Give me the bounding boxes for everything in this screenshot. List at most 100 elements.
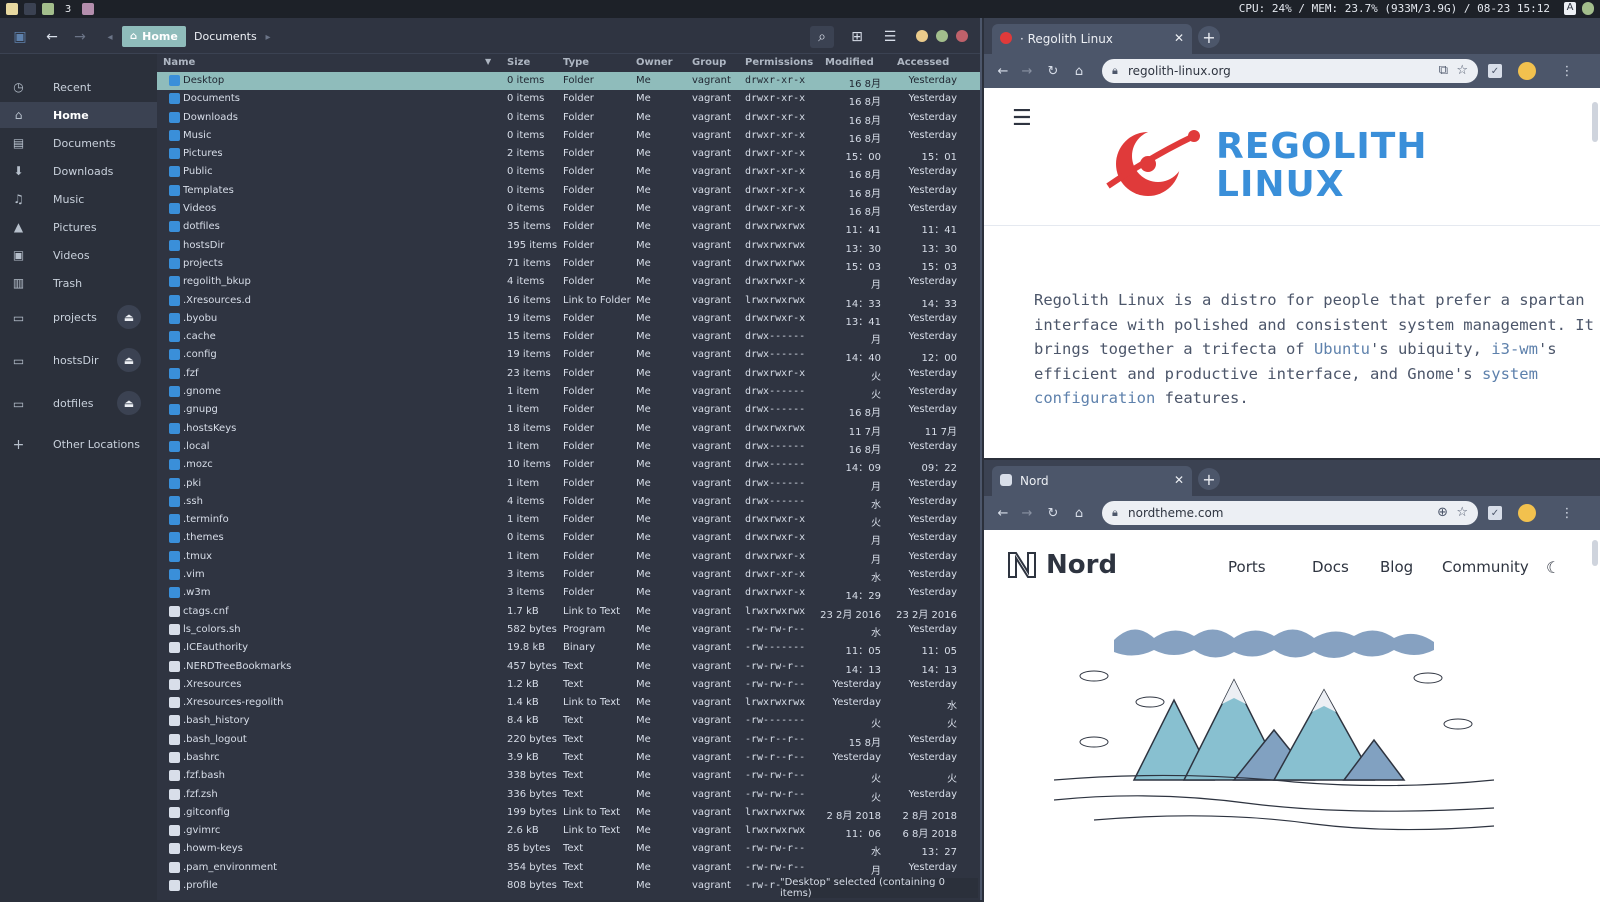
- camera-icon[interactable]: ▣: [0, 242, 37, 268]
- close-tab-icon[interactable]: ✕: [1174, 473, 1184, 487]
- table-row[interactable]: .mozc 10 items Folder Me vagrant drwx------ 14…: [157, 456, 980, 474]
- nav-blog[interactable]: Blog: [1380, 558, 1413, 576]
- back-icon[interactable]: ←: [994, 504, 1012, 522]
- table-row[interactable]: .fzf.zsh 336 bytes Text Me vagrant -rw-rw-r--…: [157, 786, 980, 804]
- back-icon[interactable]: ←: [994, 62, 1012, 80]
- sort-descending-icon[interactable]: ▼: [485, 57, 491, 66]
- table-row[interactable]: .gnupg 1 item Folder Me vagrant drwx------ 16 …: [157, 401, 980, 419]
- table-row[interactable]: ctags.cnf 1.7 kB Link to Text Me vagrant lrwx…: [157, 603, 980, 621]
- table-row[interactable]: Videos 0 items Folder Me vagrant drwxr-xr-x 16…: [157, 200, 980, 218]
- kebab-menu-icon[interactable]: ⋮: [1558, 62, 1576, 80]
- column-permissions[interactable]: Permissions: [745, 57, 813, 68]
- kebab-menu-icon[interactable]: ⋮: [1558, 504, 1576, 522]
- sidebar-toggle-icon[interactable]: ▣: [8, 26, 32, 48]
- table-row[interactable]: .bash_history 8.4 kB Text Me vagrant -rw-----…: [157, 712, 980, 730]
- scrollbar[interactable]: [1592, 540, 1598, 566]
- table-row[interactable]: .local 1 item Folder Me vagrant drwx------ 16 …: [157, 438, 980, 456]
- column-size[interactable]: Size: [507, 57, 530, 68]
- table-row[interactable]: .gitconfig 199 bytes Link to Text Me vagrant…: [157, 804, 980, 822]
- home-icon[interactable]: ⌂: [1070, 62, 1088, 80]
- table-row[interactable]: .ICEauthority 19.8 kB Binary Me vagrant -rw--…: [157, 639, 980, 657]
- table-row[interactable]: .pam_environment 354 bytes Text Me vagrant -r…: [157, 859, 980, 877]
- table-row[interactable]: .pki 1 item Folder Me vagrant drwx------ 月 Yest…: [157, 475, 980, 493]
- table-row[interactable]: .w3m 3 items Folder Me vagrant drwxrwxr-x 14：2…: [157, 584, 980, 602]
- extension-icon[interactable]: ✓: [1488, 64, 1502, 78]
- nord-logo[interactable]: Nord: [1006, 550, 1117, 580]
- table-row[interactable]: .themes 0 items Folder Me vagrant drwxrwxr-x 月…: [157, 529, 980, 547]
- sidebar-item-recent[interactable]: Recent: [37, 74, 157, 100]
- workspace-5[interactable]: [82, 3, 94, 15]
- sidebar-item-videos[interactable]: Videos: [37, 242, 157, 268]
- table-row[interactable]: .config 19 items Folder Me vagrant drwx------…: [157, 346, 980, 364]
- search-icon[interactable]: ⌕: [810, 26, 834, 48]
- hamburger-menu-icon[interactable]: ☰: [1012, 106, 1032, 131]
- tab-nord[interactable]: Nord ✕: [992, 466, 1192, 496]
- table-row[interactable]: dotfiles 35 items Folder Me vagrant drwxrwxrw…: [157, 218, 980, 236]
- table-row[interactable]: .byobu 19 items Folder Me vagrant drwxrwxr-x 1…: [157, 310, 980, 328]
- column-modified[interactable]: Modified: [825, 57, 874, 68]
- sidebar-item-home[interactable]: Home: [37, 102, 157, 128]
- breadcrumb-home[interactable]: ⌂ Home: [122, 26, 186, 47]
- reload-icon[interactable]: ↻: [1044, 504, 1062, 522]
- eject-icon[interactable]: ⏏: [117, 391, 141, 415]
- scrollbar[interactable]: [1592, 102, 1598, 142]
- workspace-active[interactable]: 3: [60, 3, 76, 15]
- workspace-3[interactable]: [42, 3, 54, 15]
- table-row[interactable]: Desktop 0 items Folder Me vagrant drwxr-xr-x 1…: [157, 72, 980, 91]
- sidebar-item-documents[interactable]: Documents: [37, 130, 157, 156]
- table-row[interactable]: Pictures 2 items Folder Me vagrant drwxr-xr-x…: [157, 145, 980, 163]
- trash-icon[interactable]: ▥: [0, 270, 37, 296]
- network-icon[interactable]: [1582, 2, 1594, 15]
- drive-icon[interactable]: ▭: [0, 348, 37, 374]
- home-icon[interactable]: ⌂: [1070, 504, 1088, 522]
- table-row[interactable]: regolith_bkup 4 items Folder Me vagrant drwxr…: [157, 273, 980, 291]
- column-accessed[interactable]: Accessed: [897, 57, 949, 68]
- table-row[interactable]: Music 0 items Folder Me vagrant drwxr-xr-x 16 …: [157, 127, 980, 145]
- table-row[interactable]: .gvimrc 2.6 kB Link to Text Me vagrant lrwxrw…: [157, 822, 980, 840]
- view-grid-icon[interactable]: ⊞: [845, 26, 869, 48]
- table-row[interactable]: .hostsKeys 18 items Folder Me vagrant drwxrwx…: [157, 420, 980, 438]
- sidebar-item-downloads[interactable]: Downloads: [37, 158, 157, 184]
- column-group[interactable]: Group: [692, 57, 726, 68]
- address-bar[interactable]: 🔒︎ regolith-linux.org ⧉ ☆: [1102, 59, 1478, 83]
- eject-icon[interactable]: ⏏: [117, 348, 141, 372]
- i3wm-link[interactable]: i3-wm: [1491, 340, 1538, 358]
- download-icon[interactable]: ⬇: [0, 158, 37, 184]
- table-row[interactable]: .vim 3 items Folder Me vagrant drwxr-xr-x 水 Yes…: [157, 566, 980, 584]
- close-tab-icon[interactable]: ✕: [1174, 31, 1184, 45]
- workspace-1[interactable]: [6, 3, 18, 15]
- table-row[interactable]: .Xresources.d 16 items Link to Folder Me vag…: [157, 292, 980, 310]
- table-row[interactable]: Public 0 items Folder Me vagrant drwxr-xr-x 16…: [157, 163, 980, 181]
- bookmark-star-icon[interactable]: ☆: [1456, 63, 1468, 78]
- table-row[interactable]: .Xresources 1.2 kB Text Me vagrant -rw-rw-r--…: [157, 676, 980, 694]
- table-row[interactable]: .NERDTreeBookmarks 457 bytes Text Me vagrant…: [157, 658, 980, 676]
- sidebar-item-pictures[interactable]: Pictures: [37, 214, 157, 240]
- new-tab-button[interactable]: +: [1198, 468, 1220, 490]
- table-row[interactable]: .Xresources-regolith 1.4 kB Link to Text Me…: [157, 694, 980, 712]
- table-row[interactable]: .howm-keys 85 bytes Text Me vagrant -rw-rw-r-…: [157, 840, 980, 858]
- breadcrumb-right-arrow[interactable]: ▸: [256, 26, 280, 48]
- table-row[interactable]: .gnome 1 item Folder Me vagrant drwx------ 火 Ye…: [157, 383, 980, 401]
- table-row[interactable]: .ssh 4 items Folder Me vagrant drwx------ 水 Yes…: [157, 493, 980, 511]
- table-row[interactable]: hostsDir 195 items Folder Me vagrant drwxrwxr…: [157, 237, 980, 255]
- sidebar-item-other-locations[interactable]: Other Locations: [37, 431, 157, 457]
- keyboard-indicator[interactable]: A: [1564, 2, 1576, 15]
- table-row[interactable]: .tmux 1 item Folder Me vagrant drwxrwxr-x 月 Yes…: [157, 548, 980, 566]
- reload-icon[interactable]: ↻: [1044, 62, 1062, 80]
- install-app-icon[interactable]: ⊕: [1437, 505, 1448, 520]
- workspace-2[interactable]: [24, 3, 36, 15]
- address-bar[interactable]: 🔒︎ nordtheme.com ⊕ ☆: [1102, 501, 1478, 525]
- forward-button[interactable]: →: [68, 26, 92, 48]
- table-row[interactable]: Downloads 0 items Folder Me vagrant drwxr-xr-…: [157, 109, 980, 127]
- clock-icon[interactable]: ◷: [0, 74, 37, 100]
- sidebar-item-trash[interactable]: Trash: [37, 270, 157, 296]
- sidebar-item-music[interactable]: Music: [37, 186, 157, 212]
- nav-community[interactable]: Community: [1442, 558, 1529, 576]
- column-name[interactable]: Name: [163, 57, 195, 68]
- back-button[interactable]: ←: [40, 26, 64, 48]
- menu-icon[interactable]: ☰: [878, 26, 902, 48]
- document-icon[interactable]: ▤: [0, 130, 37, 156]
- column-owner[interactable]: Owner: [636, 57, 673, 68]
- dark-mode-moon-icon[interactable]: ☾: [1546, 558, 1560, 577]
- breadcrumb-left-arrow[interactable]: ◂: [98, 26, 122, 48]
